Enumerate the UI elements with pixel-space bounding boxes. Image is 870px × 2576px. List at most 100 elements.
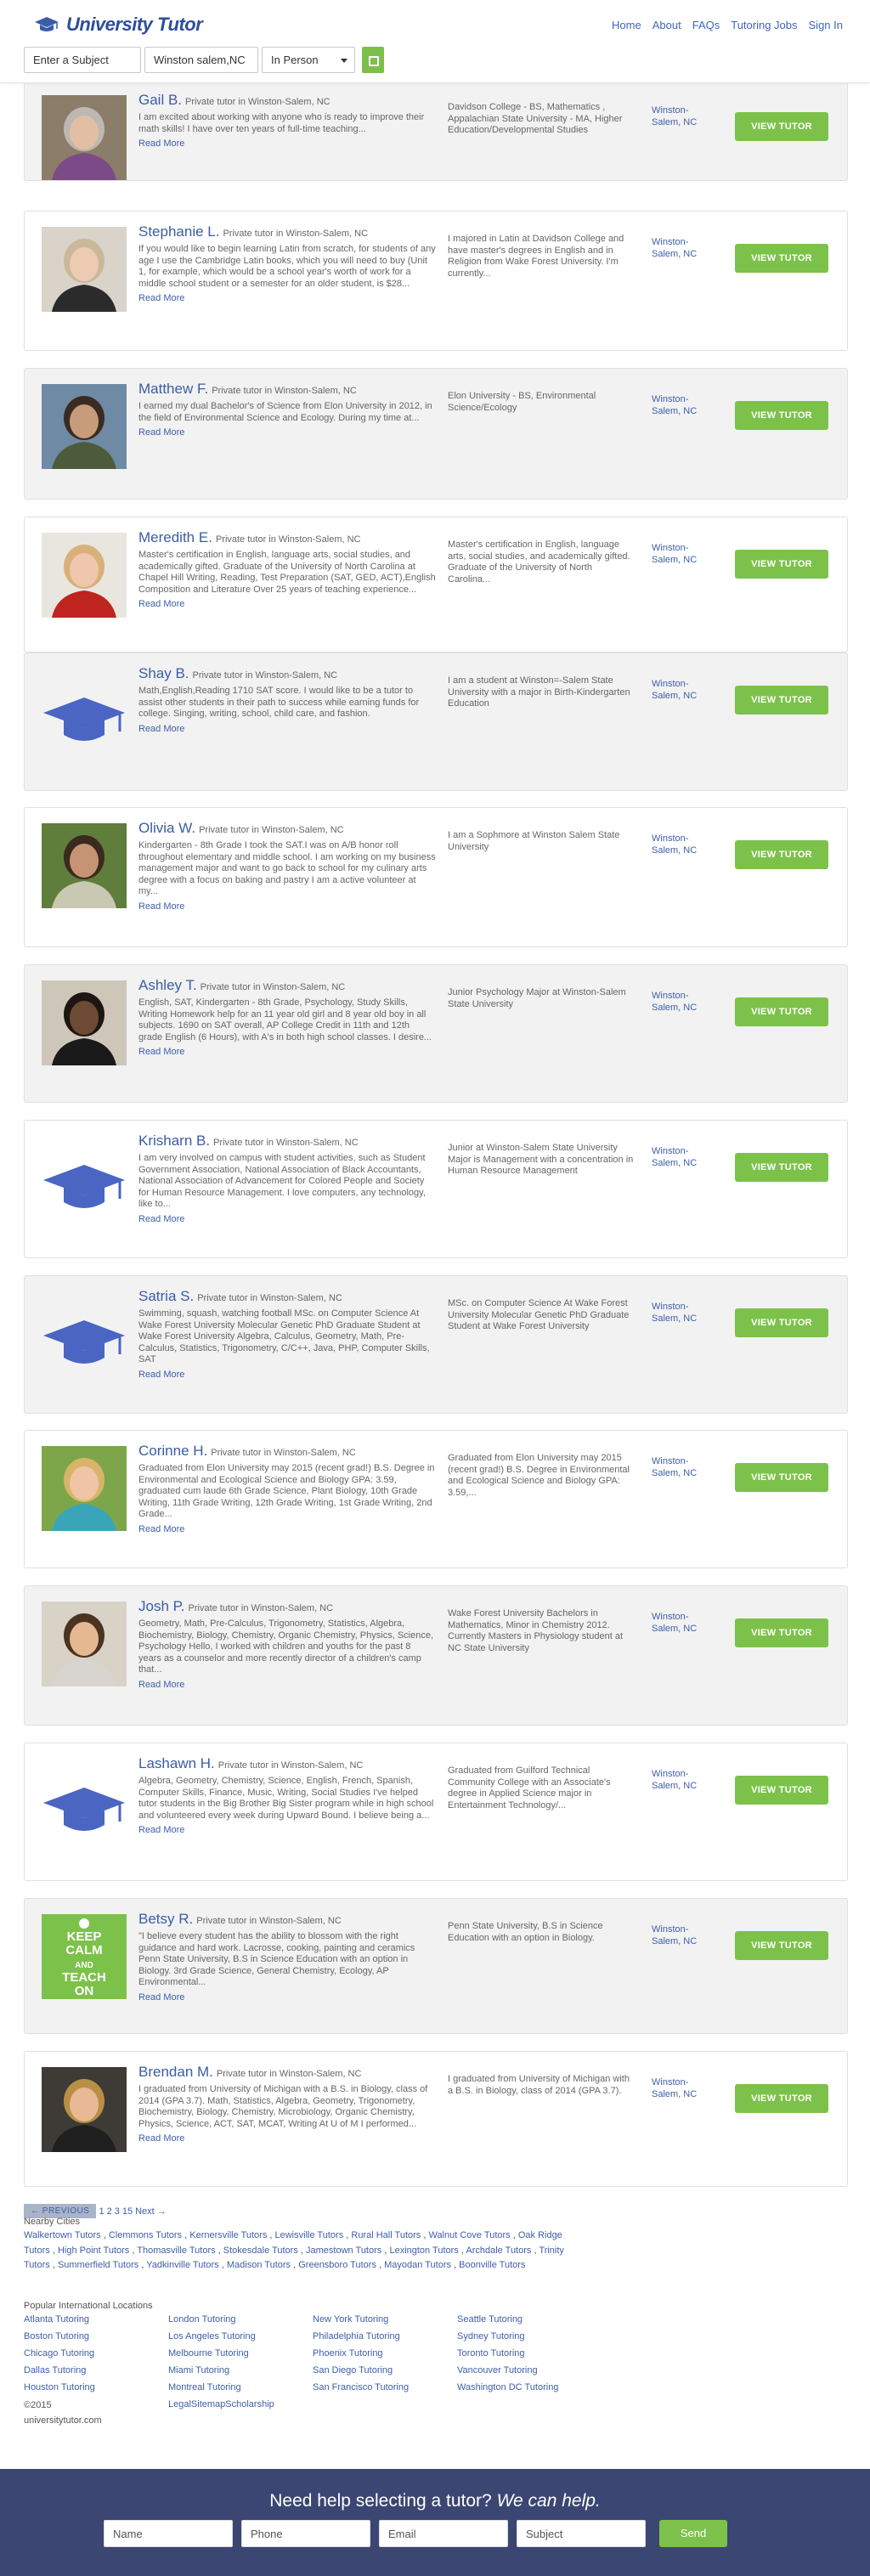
read-more-link[interactable]: Read More xyxy=(138,293,436,305)
view-tutor-button[interactable]: VIEW TUTOR xyxy=(735,2084,828,2113)
tutor-card[interactable]: Lashawn H. Private tutor in Winston-Salem… xyxy=(24,1743,848,1881)
international-city-link[interactable]: Dallas Tutoring xyxy=(24,2364,168,2378)
international-city-link[interactable]: Philadelphia Tutoring xyxy=(313,2330,457,2344)
nearby-city-link[interactable]: Clemmons Tutors xyxy=(109,2230,182,2240)
page-link[interactable]: 2 xyxy=(107,2206,112,2217)
graduation-cap-icon[interactable] xyxy=(42,1136,127,1221)
graduation-cap-icon[interactable] xyxy=(42,669,127,754)
tutor-city-link[interactable]: Winston-Salem, NC xyxy=(652,1146,703,1169)
read-more-link[interactable]: Read More xyxy=(138,427,436,439)
tutor-card[interactable]: Corinne H. Private tutor in Winston-Salem… xyxy=(24,1430,848,1568)
read-more-link[interactable]: Read More xyxy=(138,1524,436,1536)
tutor-card[interactable]: Ashley T. Private tutor in Winston-Salem,… xyxy=(24,964,848,1103)
nearby-city-link[interactable]: Walnut Cove Tutors xyxy=(428,2230,510,2240)
tutor-city-link[interactable]: Winston-Salem, NC xyxy=(652,2077,703,2100)
email-field[interactable]: Email xyxy=(379,2520,508,2547)
tutor-card[interactable]: Gail B. Private tutor in Winston-Salem, N… xyxy=(24,79,848,181)
read-more-link[interactable]: Read More xyxy=(138,1047,436,1059)
view-tutor-button[interactable]: VIEW TUTOR xyxy=(735,401,828,430)
tutor-card[interactable]: Matthew F. Private tutor in Winston-Salem… xyxy=(24,368,848,500)
location-input[interactable]: Winston salem,NC xyxy=(144,47,258,73)
international-city-link[interactable]: Atlanta Tutoring xyxy=(24,2313,168,2327)
tutor-name-link[interactable]: Lashawn H. xyxy=(138,1755,215,1771)
nav-faqs[interactable]: FAQs xyxy=(692,19,720,31)
nearby-city-link[interactable]: Lewisville Tutors xyxy=(275,2230,344,2240)
nearby-city-link[interactable]: Stokesdale Tutors xyxy=(223,2246,298,2256)
tutor-name-link[interactable]: Josh P. xyxy=(138,1598,185,1614)
view-tutor-button[interactable]: VIEW TUTOR xyxy=(735,997,828,1026)
subject-input[interactable]: Enter a Subject xyxy=(24,47,141,73)
tutor-photo[interactable] xyxy=(42,1446,127,1531)
tutor-name-link[interactable]: Krisharn B. xyxy=(138,1133,210,1149)
view-tutor-button[interactable]: VIEW TUTOR xyxy=(735,686,828,715)
tutor-city-link[interactable]: Winston-Salem, NC xyxy=(652,1924,703,1947)
international-city-link[interactable]: Sydney Tutoring xyxy=(457,2330,602,2344)
logo[interactable]: University Tutor xyxy=(34,14,203,36)
international-city-link[interactable]: Chicago Tutoring xyxy=(24,2347,168,2361)
tutor-photo[interactable] xyxy=(42,533,127,618)
tutor-photo[interactable]: KEEP CALM AND TEACH ON xyxy=(42,1914,127,1999)
nearby-city-link[interactable]: Greensboro Tutors xyxy=(298,2260,376,2270)
tutor-city-link[interactable]: Winston-Salem, NC xyxy=(652,991,703,1014)
nearby-city-link[interactable]: Jamestown Tutors xyxy=(306,2246,381,2256)
read-more-link[interactable]: Read More xyxy=(138,1825,436,1837)
tutor-name-link[interactable]: Olivia W. xyxy=(138,820,195,836)
tutor-photo[interactable] xyxy=(42,980,127,1065)
nearby-city-link[interactable]: Mayodan Tutors xyxy=(384,2260,451,2270)
graduation-cap-icon[interactable] xyxy=(42,1291,127,1376)
international-city-link[interactable]: San Francisco Tutoring xyxy=(313,2381,457,2395)
tutor-name-link[interactable]: Satria S. xyxy=(138,1288,194,1304)
international-city-link[interactable]: Houston Tutoring xyxy=(24,2381,168,2395)
read-more-link[interactable]: Read More xyxy=(138,901,436,913)
tutor-name-link[interactable]: Ashley T. xyxy=(138,977,197,993)
nearby-city-link[interactable]: Summerfield Tutors xyxy=(58,2260,138,2270)
tutor-city-link[interactable]: Winston-Salem, NC xyxy=(652,543,703,566)
search-submit-button[interactable] xyxy=(362,47,384,73)
view-tutor-button[interactable]: VIEW TUTOR xyxy=(735,1308,828,1337)
nearby-city-link[interactable]: Kernersville Tutors xyxy=(189,2230,267,2240)
view-tutor-button[interactable]: VIEW TUTOR xyxy=(735,244,828,273)
international-city-link[interactable]: San Diego Tutoring xyxy=(313,2364,457,2378)
graduation-cap-icon[interactable] xyxy=(42,1759,127,1844)
name-field[interactable]: Name xyxy=(104,2520,233,2547)
page-link[interactable]: 1 xyxy=(99,2206,104,2217)
nearby-city-link[interactable]: High Point Tutors xyxy=(58,2246,129,2256)
footer-link[interactable]: Legal xyxy=(168,2399,191,2409)
tutor-name-link[interactable]: Corinne H. xyxy=(138,1443,207,1459)
tutor-city-link[interactable]: Winston-Salem, NC xyxy=(652,1612,703,1635)
view-tutor-button[interactable]: VIEW TUTOR xyxy=(735,1618,828,1647)
read-more-link[interactable]: Read More xyxy=(138,1370,436,1381)
nearby-city-link[interactable]: Yadkinville Tutors xyxy=(146,2260,218,2270)
read-more-link[interactable]: Read More xyxy=(138,1680,436,1692)
tutor-photo[interactable] xyxy=(42,2067,127,2152)
international-city-link[interactable]: London Tutoring xyxy=(168,2313,313,2327)
read-more-link[interactable]: Read More xyxy=(138,138,436,150)
nearby-city-link[interactable]: Madison Tutors xyxy=(227,2260,291,2270)
read-more-link[interactable]: Read More xyxy=(138,1992,436,2004)
nearby-city-link[interactable]: Rural Hall Tutors xyxy=(351,2230,421,2240)
tutor-name-link[interactable]: Betsy R. xyxy=(138,1911,193,1927)
nav-home[interactable]: Home xyxy=(612,19,641,31)
nearby-city-link[interactable]: Thomasville Tutors xyxy=(137,2246,215,2256)
international-city-link[interactable]: Washington DC Tutoring xyxy=(457,2381,602,2395)
tutor-city-link[interactable]: Winston-Salem, NC xyxy=(652,1302,703,1325)
view-tutor-button[interactable]: VIEW TUTOR xyxy=(735,1463,828,1492)
next-page-button[interactable]: Next → xyxy=(135,2206,167,2217)
subject-field[interactable]: Subject xyxy=(517,2520,646,2547)
international-city-link[interactable]: Boston Tutoring xyxy=(24,2330,168,2344)
view-tutor-button[interactable]: VIEW TUTOR xyxy=(735,112,828,141)
tutor-city-link[interactable]: Winston-Salem, NC xyxy=(652,394,703,417)
footer-link[interactable]: Sitemap xyxy=(191,2399,225,2409)
view-tutor-button[interactable]: VIEW TUTOR xyxy=(735,1153,828,1182)
nearby-city-link[interactable]: Walkertown Tutors xyxy=(24,2230,101,2240)
international-city-link[interactable]: Toronto Tutoring xyxy=(457,2347,602,2361)
international-city-link[interactable]: New York Tutoring xyxy=(313,2313,457,2327)
read-more-link[interactable]: Read More xyxy=(138,1214,436,1226)
nearby-city-link[interactable]: Lexington Tutors xyxy=(389,2246,458,2256)
tutor-photo[interactable] xyxy=(42,823,127,908)
international-city-link[interactable]: Seattle Tutoring xyxy=(457,2313,602,2327)
tutor-name-link[interactable]: Meredith E. xyxy=(138,529,212,545)
tutor-photo[interactable] xyxy=(42,1602,127,1686)
tutor-city-link[interactable]: Winston-Salem, NC xyxy=(652,1456,703,1479)
international-city-link[interactable]: Montreal Tutoring xyxy=(168,2381,313,2395)
